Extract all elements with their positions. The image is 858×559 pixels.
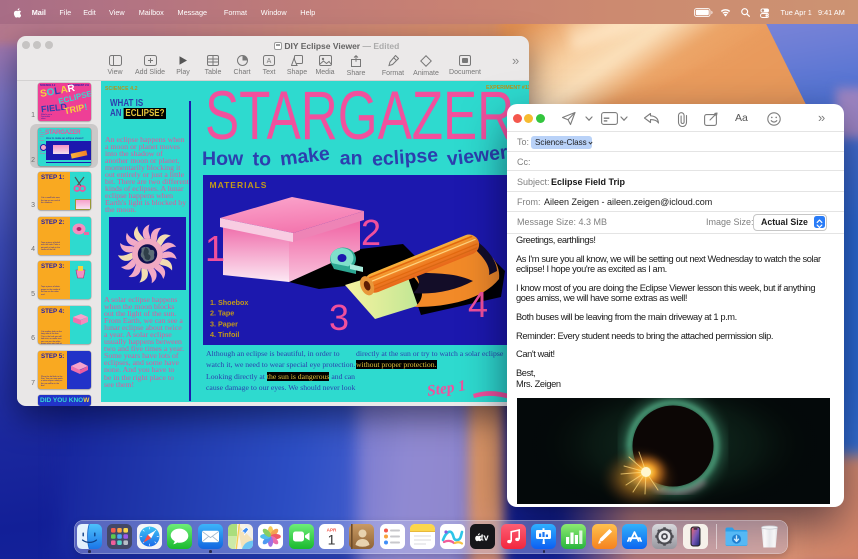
svg-text:3: 3 (329, 297, 349, 338)
svg-text:tv: tv (481, 532, 489, 542)
svg-text:MATERIALS: MATERIALS (210, 180, 268, 190)
svg-text:1. Shoebox: 1. Shoebox (210, 298, 248, 307)
svg-text:2. Tape: 2. Tape (210, 309, 234, 318)
svg-text:4. Tinfoil: 4. Tinfoil (210, 330, 239, 339)
svg-text:3. Paper: 3. Paper (210, 319, 238, 328)
svg-text:1: 1 (205, 228, 225, 269)
svg-text:A: A (267, 58, 272, 65)
svg-text:2: 2 (361, 212, 381, 253)
svg-text:4: 4 (468, 284, 488, 325)
svg-text:1: 1 (327, 532, 335, 548)
